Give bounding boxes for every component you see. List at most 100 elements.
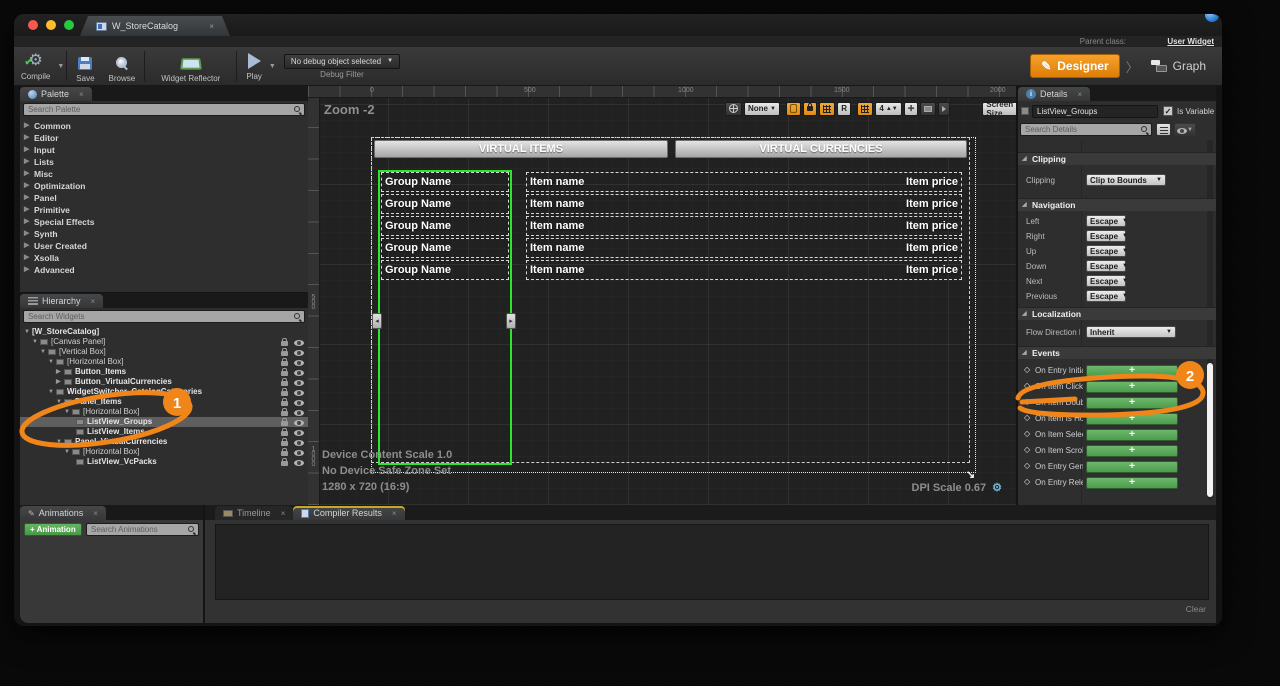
tab-compiler-results[interactable]: Compiler Results × xyxy=(293,506,404,520)
lock-icon[interactable] xyxy=(281,461,288,466)
dpi-settings-gear-icon[interactable]: ⚙ xyxy=(992,481,1002,494)
nav-previous-dropdown[interactable]: Escape▼ xyxy=(1086,290,1126,302)
tab-timeline[interactable]: Timeline × xyxy=(215,506,293,520)
tree-item-widgetswitcher[interactable]: ▼WidgetSwitcher_CatalogCategories xyxy=(20,387,308,397)
compile-button[interactable]: ⚙✔ Compile xyxy=(14,49,57,83)
respect-locks-button[interactable]: R xyxy=(837,102,851,116)
graph-mode-button[interactable]: Graph xyxy=(1145,55,1212,77)
nav-next-dropdown[interactable]: Escape▼ xyxy=(1086,275,1126,287)
group-row[interactable]: Group Name xyxy=(381,172,509,192)
tree-item-button-virtualcurrencies[interactable]: ▶Button_VirtualCurrencies xyxy=(20,377,308,387)
virtual-currencies-button[interactable]: VIRTUAL CURRENCIES xyxy=(675,140,967,158)
palette-category-special-effects[interactable]: ▶Special Effects xyxy=(20,216,308,228)
close-icon[interactable]: × xyxy=(91,297,96,306)
lock-icon[interactable] xyxy=(281,351,288,356)
tree-item-vertical-box[interactable]: ▼[Vertical Box] xyxy=(20,347,308,357)
add-event-on-item-clicked-button[interactable]: + xyxy=(1086,381,1178,393)
asset-tab[interactable]: W_StoreCatalog × xyxy=(80,16,230,36)
add-event-on-item-selection-button[interactable]: + xyxy=(1086,429,1178,441)
save-button[interactable]: Save xyxy=(69,47,101,85)
palette-search-input[interactable] xyxy=(24,104,304,115)
eye-icon[interactable] xyxy=(294,460,304,466)
designer-mode-button[interactable]: ✎ Designer xyxy=(1030,54,1119,78)
preview-background-button[interactable] xyxy=(920,102,936,116)
section-events[interactable]: Events xyxy=(1018,346,1216,359)
add-event-on-item-doubleclicked-button[interactable]: + xyxy=(1086,397,1178,409)
tree-item-horizontal-box-3[interactable]: ▼[Horizontal Box] xyxy=(20,447,308,457)
eye-icon[interactable] xyxy=(294,440,304,446)
flag-preview-dropdown[interactable]: None▼ xyxy=(744,102,780,116)
lock-icon[interactable] xyxy=(281,361,288,366)
eye-icon[interactable] xyxy=(294,430,304,436)
close-icon[interactable]: × xyxy=(1078,90,1083,99)
browse-button[interactable]: Browse xyxy=(102,47,143,85)
expander-icon[interactable]: ▶ xyxy=(24,228,29,240)
lock-icon[interactable] xyxy=(281,371,288,376)
transform-mode-button[interactable]: ✛ xyxy=(904,102,919,116)
lock-icon[interactable] xyxy=(281,411,288,416)
tree-item-horizontal-box-2[interactable]: ▼[Horizontal Box] xyxy=(20,407,308,417)
localization-preview-button[interactable] xyxy=(725,102,742,116)
eye-icon[interactable] xyxy=(294,450,304,456)
widget-name-input[interactable] xyxy=(1033,106,1157,117)
expander-icon[interactable]: ▶ xyxy=(24,156,29,168)
property-matrix-button[interactable] xyxy=(1156,123,1171,136)
debug-object-dropdown[interactable]: No debug object selected▼ xyxy=(284,54,400,69)
add-event-on-item-scrolled-button[interactable]: + xyxy=(1086,445,1178,457)
lock-icon[interactable] xyxy=(281,451,288,456)
eye-icon[interactable] xyxy=(294,390,304,396)
expander-icon[interactable]: ▶ xyxy=(24,252,29,264)
section-localization[interactable]: Localization xyxy=(1018,307,1216,320)
lock-icon[interactable] xyxy=(281,401,288,406)
eye-icon[interactable] xyxy=(294,410,304,416)
grid-size-stepper[interactable]: 4▲▼ xyxy=(875,102,901,116)
macos-close-button[interactable] xyxy=(28,20,38,30)
details-search-input[interactable] xyxy=(1021,124,1151,135)
screen-size-dropdown[interactable]: Screen Size▼ xyxy=(982,102,1016,116)
close-icon[interactable]: × xyxy=(392,509,397,518)
tree-item-listview-items[interactable]: ListView_Items xyxy=(20,427,308,437)
section-navigation[interactable]: Navigation xyxy=(1018,198,1216,211)
macos-zoom-button[interactable] xyxy=(64,20,74,30)
virtual-items-button[interactable]: VIRTUAL ITEMS xyxy=(374,140,668,158)
close-icon[interactable]: × xyxy=(79,90,84,99)
macos-minimize-button[interactable] xyxy=(46,20,56,30)
snap-left-button[interactable] xyxy=(819,102,835,116)
parent-class-link[interactable]: User Widget xyxy=(1167,37,1214,46)
lock-toggle-button[interactable] xyxy=(803,102,817,116)
compiler-results-log[interactable] xyxy=(215,524,1209,600)
add-event-on-entry-generated-button[interactable]: + xyxy=(1086,461,1178,473)
palette-category-panel[interactable]: ▶Panel xyxy=(20,192,308,204)
eye-icon[interactable] xyxy=(294,380,304,386)
details-scrollbar-thumb[interactable] xyxy=(1207,363,1213,497)
resize-handle-left[interactable]: ◂ xyxy=(372,313,382,329)
eye-icon[interactable] xyxy=(294,400,304,406)
compile-dropdown-icon[interactable]: ▼ xyxy=(57,63,64,70)
palette-category-editor[interactable]: ▶Editor xyxy=(20,132,308,144)
tree-item-listview-groups[interactable]: ListView_Groups xyxy=(20,417,308,427)
expander-icon[interactable]: ▶ xyxy=(24,264,29,276)
palette-category-synth[interactable]: ▶Synth xyxy=(20,228,308,240)
clear-log-button[interactable]: Clear xyxy=(1186,604,1206,614)
palette-category-optimization[interactable]: ▶Optimization xyxy=(20,180,308,192)
add-event-on-entry-released-button[interactable]: + xyxy=(1086,477,1178,489)
expander-icon[interactable]: ▶ xyxy=(24,144,29,156)
tree-item-canvas-panel[interactable]: ▼[Canvas Panel] xyxy=(20,337,308,347)
palette-category-user-created[interactable]: ▶User Created xyxy=(20,240,308,252)
eye-icon[interactable] xyxy=(294,340,304,346)
tree-item-panel-virtualcurrencies[interactable]: ▼Panel_VirtualCurrencies xyxy=(20,437,308,447)
eye-icon[interactable] xyxy=(294,360,304,366)
add-animation-button[interactable]: + Animation xyxy=(24,523,82,536)
item-row[interactable]: Item nameItem price xyxy=(526,260,962,280)
lock-icon[interactable] xyxy=(281,381,288,386)
close-icon[interactable]: × xyxy=(93,509,98,518)
expander-icon[interactable]: ▶ xyxy=(24,168,29,180)
expander-icon[interactable]: ▶ xyxy=(24,120,29,132)
lock-icon[interactable] xyxy=(281,341,288,346)
nav-right-dropdown[interactable]: Escape▼ xyxy=(1086,230,1126,242)
tab-hierarchy[interactable]: Hierarchy × xyxy=(20,294,103,308)
lock-icon[interactable] xyxy=(281,421,288,426)
tree-item-button-items[interactable]: ▶Button_Items xyxy=(20,367,308,377)
play-dropdown-icon[interactable]: ▼ xyxy=(269,63,276,70)
flow-direction-dropdown[interactable]: Inherit▼ xyxy=(1086,326,1176,338)
